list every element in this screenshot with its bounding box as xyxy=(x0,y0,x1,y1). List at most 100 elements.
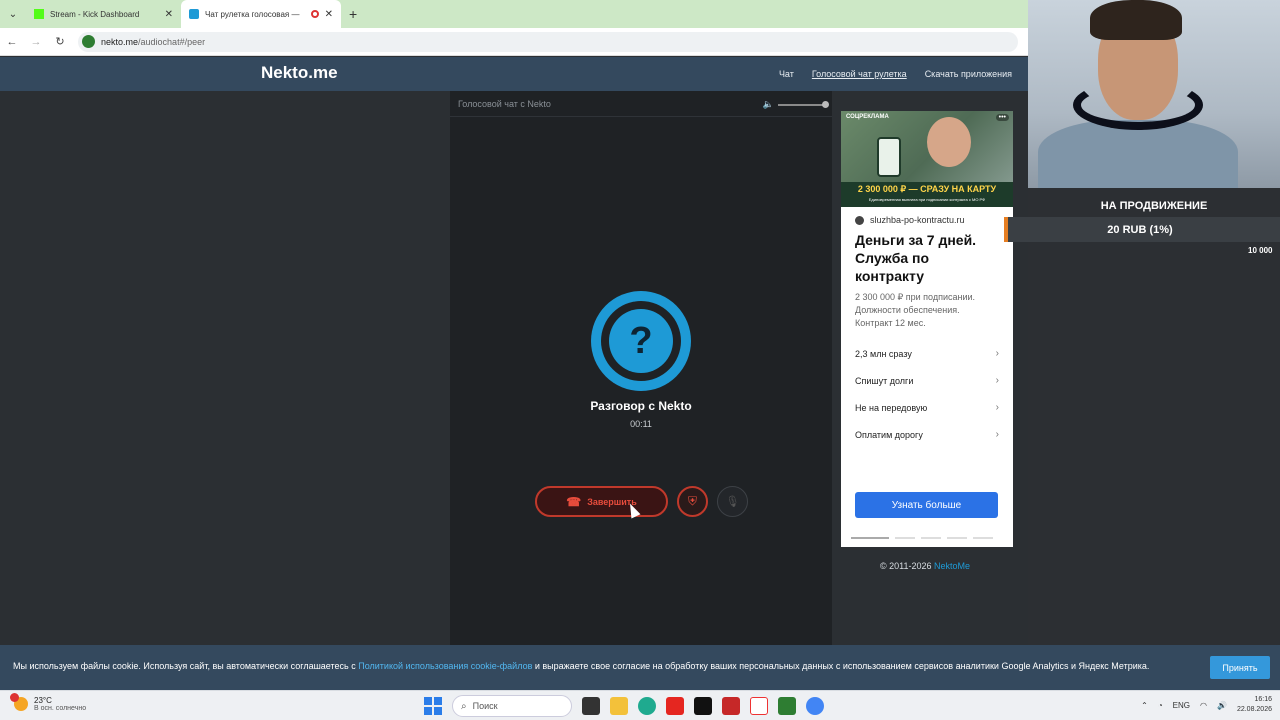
tab-nekto[interactable]: Чат рулетка голосовая — ✕ xyxy=(181,0,341,28)
cookie-text: Мы используем файлы cookie. Используя са… xyxy=(13,661,1150,671)
url-path: /audiochat#/peer xyxy=(138,36,206,47)
site-info-icon[interactable] xyxy=(82,35,95,48)
yandex-browser-icon[interactable] xyxy=(750,697,768,715)
ad-image[interactable]: СОЦРЕКЛАМА ••• 2 300 000 ₽ — СРАЗУ НА КА… xyxy=(841,111,1013,207)
voice-chat-panel: Голосовой чат с Nekto 🔈 ? Разговор с Nek… xyxy=(450,91,832,645)
nav-link-download-apps[interactable]: Скачать приложения xyxy=(925,69,1012,79)
report-shield-button[interactable]: ⛨ xyxy=(677,486,708,517)
advertisement[interactable]: СОЦРЕКЛАМА ••• 2 300 000 ₽ — СРАЗУ НА КА… xyxy=(841,111,1013,547)
windows-start-icon[interactable] xyxy=(424,697,442,715)
peer-avatar: ? xyxy=(591,291,691,391)
task-view-icon[interactable] xyxy=(582,697,600,715)
site-header: Nekto.me Чат Голосовой чат рулетка Скача… xyxy=(0,57,1028,91)
volume-slider[interactable] xyxy=(778,100,829,108)
ad-link-item[interactable]: Оплатим дорогу › xyxy=(855,421,999,448)
chevron-right-icon: › xyxy=(995,375,999,386)
tab-kick-dashboard[interactable]: Stream - Kick Dashboard ✕ xyxy=(26,0,181,28)
microphone-button[interactable]: 🎙 xyxy=(717,486,748,517)
ad-phone-image xyxy=(877,137,901,177)
ad-source-domain: sluzhba-po-kontractu.ru xyxy=(870,215,965,225)
chrome-icon[interactable] xyxy=(806,697,824,715)
microphone-icon: 🎙 xyxy=(725,496,740,508)
ad-label: СОЦРЕКЛАМА xyxy=(846,114,889,120)
promo-title: НА ПРОДВИЖЕНИЕ xyxy=(1100,200,1208,212)
browser-tabbar: ⌄ Stream - Kick Dashboard ✕ Чат рулетка … xyxy=(0,0,1028,28)
sun-icon xyxy=(10,693,28,711)
windows-taskbar: 23°C В осн. солнечно ⌕ Поиск ⌃ ◔ ENG ◠ 🔊… xyxy=(0,690,1280,720)
acrobat-icon[interactable] xyxy=(722,697,740,715)
url-field[interactable]: nekto.me/audiochat#/peer xyxy=(78,31,1018,52)
url-host: nekto.me xyxy=(101,36,139,47)
call-timer: 00:11 xyxy=(630,419,652,429)
clock[interactable]: 16:16 22.08.2026 xyxy=(1237,695,1272,715)
ad-link-item[interactable]: 2,3 млн сразу › xyxy=(855,340,999,367)
ad-menu-icon[interactable]: ••• xyxy=(995,114,1009,121)
forward-arrow-icon[interactable]: → xyxy=(24,36,48,48)
weather-desc: В осн. солнечно xyxy=(34,705,87,712)
accept-cookies-button[interactable]: Принять xyxy=(1210,656,1270,679)
system-tray: ⌃ ◔ ENG ◠ 🔊 16:16 22.08.2026 xyxy=(1141,695,1272,715)
reload-icon[interactable]: ↻ xyxy=(48,35,72,48)
kick-favicon-icon xyxy=(34,9,44,19)
close-icon[interactable]: ✕ xyxy=(165,9,173,20)
cookie-policy-link[interactable]: Политикой использования cookie-файлов xyxy=(358,661,532,671)
nav-link-voice-roulette[interactable]: Голосовой чат рулетка xyxy=(812,69,907,79)
ad-cta-button[interactable]: Узнать больше xyxy=(855,492,998,518)
ad-link-item[interactable]: Спишут долги › xyxy=(855,367,999,394)
volume-icon[interactable]: 🔊 xyxy=(1217,701,1227,710)
promo-goal: 10 000 xyxy=(1248,246,1273,255)
speaker-icon[interactable]: 🔈 xyxy=(763,99,774,110)
site-nav: Чат Голосовой чат рулетка Скачать прилож… xyxy=(779,69,1012,79)
ad-carousel-dots[interactable] xyxy=(851,537,993,539)
tab-list-dropdown-icon[interactable]: ⌄ xyxy=(0,9,26,20)
edge-icon[interactable] xyxy=(638,697,656,715)
headphones-image xyxy=(1073,80,1203,130)
weather-widget[interactable]: 23°C В осн. солнечно xyxy=(10,693,87,712)
weather-temp: 23°C xyxy=(34,696,52,705)
lang-indicator[interactable]: ENG xyxy=(1173,701,1190,710)
pattern-background-left xyxy=(0,91,450,645)
app-icon[interactable] xyxy=(778,697,796,715)
ad-description: 2 300 000 ₽ при подписании. Должности об… xyxy=(855,292,976,328)
call-title: Разговор с Nekto xyxy=(590,399,692,413)
promo-amount: 20 RUB (1%) xyxy=(1107,224,1173,236)
nav-link-chat[interactable]: Чат xyxy=(779,69,794,79)
tab-title: Stream - Kick Dashboard xyxy=(50,9,140,19)
yandex-icon[interactable] xyxy=(666,697,684,715)
kick-app-icon[interactable] xyxy=(694,697,712,715)
tab-title: Чат рулетка голосовая — xyxy=(205,9,300,19)
chevron-right-icon: › xyxy=(995,348,999,359)
question-mark-icon: ? xyxy=(609,309,673,373)
cookie-banner: Мы используем файлы cookie. Используя са… xyxy=(0,645,1280,690)
chat-header-title: Голосовой чат с Nekto xyxy=(458,98,551,109)
network-icon[interactable]: ◔ xyxy=(1158,701,1163,710)
ad-title[interactable]: Деньги за 7 дней. Служба по контракту xyxy=(841,225,1013,285)
ad-person-image xyxy=(927,117,971,167)
ad-links: 2,3 млн сразу › Спишут долги › Не на перед… xyxy=(841,340,1013,448)
file-explorer-icon[interactable] xyxy=(610,697,628,715)
ad-source[interactable]: sluzhba-po-kontractu.ru xyxy=(841,207,1013,225)
chevron-right-icon: › xyxy=(995,402,999,413)
volume-control[interactable]: 🔈 xyxy=(763,99,829,110)
volume-slider-handle[interactable] xyxy=(822,100,829,108)
site-logo[interactable]: Nekto.me xyxy=(261,63,338,83)
taskbar-search[interactable]: ⌕ Поиск xyxy=(452,695,572,717)
close-icon[interactable]: ✕ xyxy=(325,9,333,20)
new-tab-plus-icon[interactable]: + xyxy=(349,6,357,22)
webcam-overlay xyxy=(1028,0,1280,188)
ad-source-icon xyxy=(855,215,864,225)
copyright-link[interactable]: NektoMe xyxy=(934,561,970,571)
taskbar-apps: ⌕ Поиск xyxy=(424,695,824,717)
browser-address-bar: ← → ↻ nekto.me/audiochat#/peer xyxy=(0,28,1028,56)
wifi-icon[interactable]: ◠ xyxy=(1200,701,1207,710)
end-call-button[interactable]: ☎ Завершить xyxy=(535,486,668,517)
ad-link-item[interactable]: Не на передовую › xyxy=(855,394,999,421)
nekto-favicon-icon xyxy=(189,9,199,19)
shield-icon: ⛨ xyxy=(687,494,697,508)
screen: ⌄ Stream - Kick Dashboard ✕ Чат рулетка … xyxy=(0,0,1280,720)
back-arrow-icon[interactable]: ← xyxy=(0,36,24,48)
copyright: © 2011-2026 NektoMe xyxy=(880,561,971,571)
chevron-up-icon[interactable]: ⌃ xyxy=(1141,701,1148,710)
recording-icon xyxy=(310,10,319,18)
phone-hangup-icon: ☎ xyxy=(566,494,582,509)
